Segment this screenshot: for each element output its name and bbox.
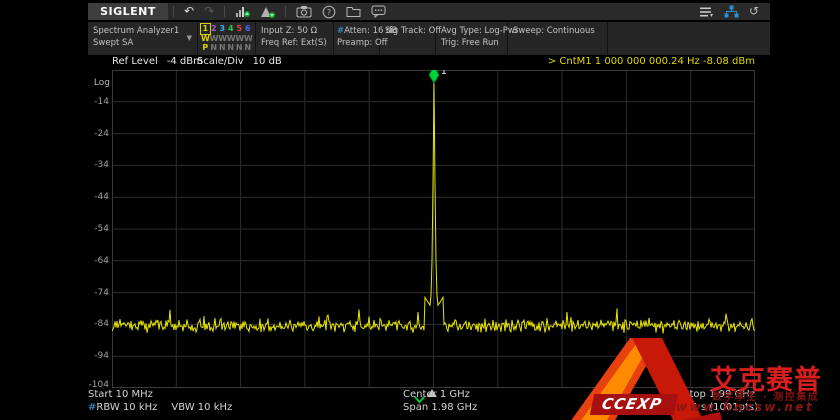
trace-2-state[interactable]: N (210, 43, 219, 53)
trace-5-state[interactable]: N (235, 43, 244, 53)
divider (224, 6, 225, 17)
y-axis-tick-label: -94 (70, 351, 109, 361)
field-sweep-mode[interactable]: Sweep: Continuous (508, 22, 608, 55)
scale-div-field[interactable]: Scale/Div 10 dB (197, 56, 282, 67)
help-icon[interactable]: ? (317, 3, 341, 20)
vbw-value: VBW 10 kHz (171, 402, 232, 413)
start-freq-field[interactable]: Start 10 MHz (88, 389, 153, 400)
avg-type-value: Avg Type: Log-Pwr (441, 26, 518, 36)
trace-status-row: 123456 (201, 24, 252, 34)
preset-recall-icon[interactable]: ↺ (744, 3, 764, 20)
trace-5-state[interactable]: 5 (235, 24, 244, 34)
analyzer-name: Spectrum Analyzer1 (93, 25, 192, 37)
trace-6-state[interactable]: 6 (244, 24, 253, 34)
sweep-mode-value: Sweep: Continuous (513, 26, 595, 36)
chevron-down-icon[interactable]: ▼ (187, 34, 192, 42)
y-axis-tick-label: -84 (70, 319, 109, 329)
y-axis-tick-label: -14 (70, 97, 109, 107)
redo-icon[interactable]: ↷ (199, 3, 219, 20)
trace-2-state[interactable]: W (210, 34, 219, 44)
ref-level-field[interactable]: Ref Level -4 dBm (112, 56, 203, 67)
graticule: 1 (112, 70, 755, 388)
divider (173, 6, 174, 17)
siglent-logo: SIGLENT (88, 3, 168, 20)
trace-4-state[interactable]: 4 (227, 24, 236, 34)
divider (285, 6, 286, 17)
measurement-mode: Swept SA (93, 37, 192, 49)
rbw-vbw-field[interactable]: #RBW 10 kHzVBW 10 kHz (88, 402, 232, 413)
settings-bar: Spectrum Analyzer1 Swept SA ▼ 123456WWWW… (88, 22, 770, 55)
svg-text:?: ? (327, 8, 331, 17)
y-axis-tick-label: -44 (70, 192, 109, 202)
trace-4-state[interactable]: W (227, 34, 236, 44)
ref-level-label: Ref Level (112, 56, 158, 67)
scale-div-label: Scale/Div (197, 56, 244, 67)
trace-1-state[interactable]: P (201, 43, 210, 53)
lan-network-icon[interactable] (719, 3, 744, 20)
sweep-time-field[interactable]: Sweep(FFT) ~4.412 s (1001pts) (599, 402, 758, 413)
trace-status-row: PNNNNN (201, 43, 252, 53)
trace-3-state[interactable]: 3 (218, 24, 227, 34)
trace-6-state[interactable]: N (244, 43, 253, 53)
trace-3-state[interactable]: N (218, 43, 227, 53)
message-icon[interactable] (366, 3, 391, 20)
undo-icon[interactable]: ↶ (179, 3, 199, 20)
trig-value: Trig: Free Run (441, 38, 499, 48)
settings-bar-filler (608, 22, 770, 55)
scale-div-value: 10 dB (253, 56, 282, 67)
trace-status-grid[interactable]: 123456WWWWWWPNNNNN (198, 22, 256, 55)
marker-to-peak-icon[interactable] (255, 3, 280, 20)
marker-1-label: 1 (441, 70, 447, 77)
trace-2-state[interactable]: 2 (210, 24, 219, 34)
amplitude-scale-label: Log (88, 78, 110, 88)
y-axis-tick-label: -74 (70, 288, 109, 298)
y-axis-tick-label: -54 (70, 224, 109, 234)
center-freq-field[interactable]: Center 1 GHz (403, 389, 470, 400)
trace-1-state[interactable]: W (201, 34, 210, 44)
sig-track-value: Sig Track: Off (385, 26, 441, 36)
rbw-value: RBW 10 kHz (96, 402, 157, 413)
title-bar: SIGLENT ↶ ↷ (88, 3, 770, 20)
span-field[interactable]: Span 1.98 GHz (403, 402, 477, 413)
input-z-value: Input Z: 50 Ω (261, 26, 317, 36)
spectrum-analyzer-screen: SIGLENT ↶ ↷ (0, 0, 840, 420)
field-avg-trig[interactable]: Avg Type: Log-Pwr Trig: Free Run (436, 22, 508, 55)
field-sig-track[interactable]: Sig Track: Off (380, 22, 436, 55)
freq-ref-value: Freq Ref: Ext(S) (261, 38, 327, 48)
field-atten[interactable]: #Atten: 16 dB Preamp: Off (334, 22, 380, 55)
trace-5-state[interactable]: W (235, 34, 244, 44)
trace-status-row: WWWWWW (201, 34, 252, 44)
trace-6-state[interactable]: W (244, 34, 253, 44)
y-axis-tick-label: -34 (70, 160, 109, 170)
measurement-selector[interactable]: Spectrum Analyzer1 Swept SA ▼ (88, 22, 198, 55)
trace-3-state[interactable]: W (218, 34, 227, 44)
trace-1-state[interactable]: 1 (201, 24, 210, 34)
counter-marker-readout: > CntM1 1 000 000 000.24 Hz -8.08 dBm (548, 56, 755, 67)
y-axis-tick-label: -64 (70, 256, 109, 266)
y-axis-tick-label: -24 (70, 129, 109, 139)
peak-search-icon[interactable] (230, 3, 255, 20)
stop-freq-field[interactable]: Stop 1.99 GHz (683, 389, 755, 400)
info-row: Ref Level -4 dBm Scale/Div 10 dB > CntM1… (88, 56, 770, 70)
trace-4-state[interactable]: N (227, 43, 236, 53)
screenshot-camera-icon[interactable] (291, 3, 317, 20)
marker-1-diamond[interactable] (429, 70, 439, 83)
menu-list-icon[interactable] (694, 3, 719, 20)
field-input-z[interactable]: Input Z: 50 Ω Freq Ref: Ext(S) (256, 22, 334, 55)
folder-icon[interactable] (341, 3, 366, 20)
